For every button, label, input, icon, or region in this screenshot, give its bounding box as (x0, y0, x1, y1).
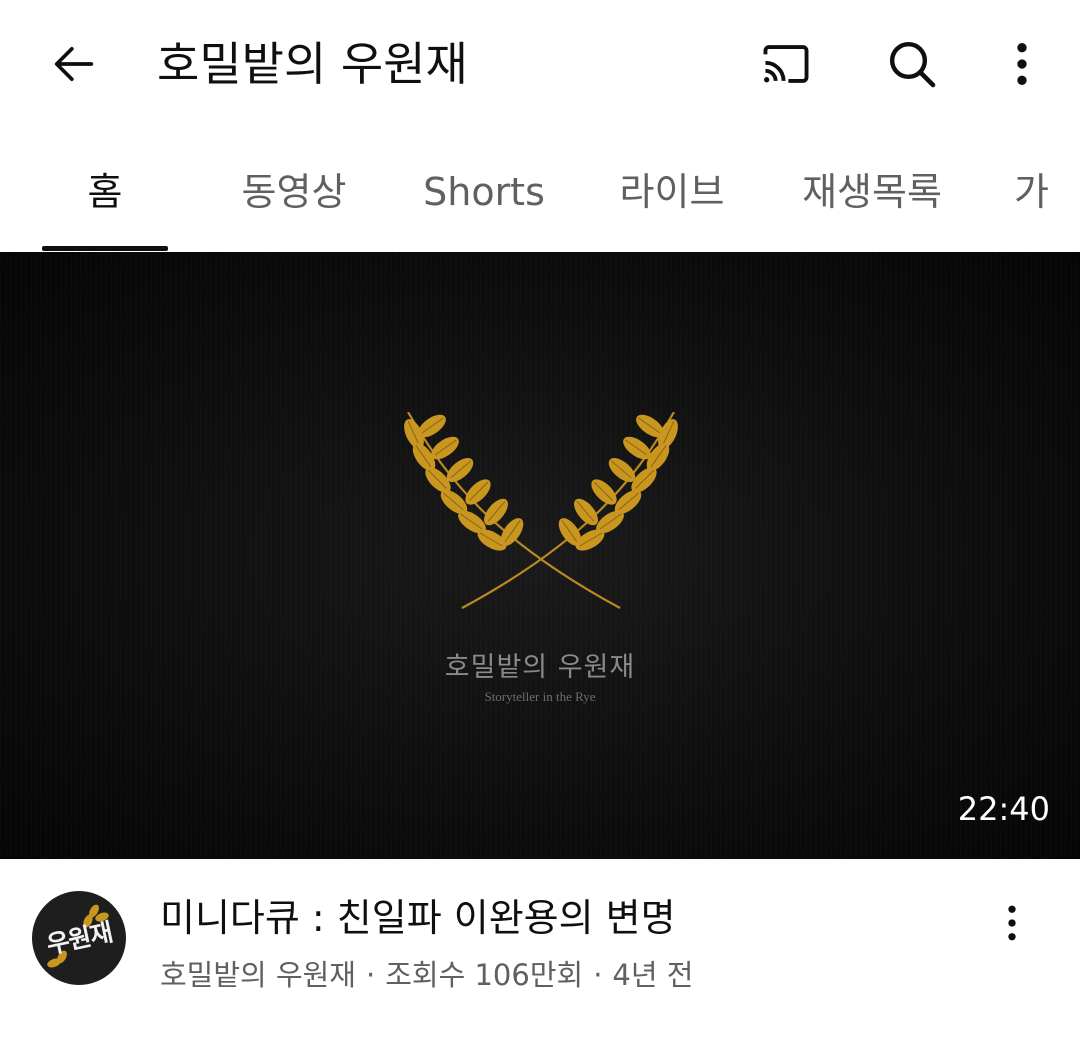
tab-partial[interactable]: 가 (1014, 160, 1074, 224)
search-icon (889, 41, 936, 88)
back-button[interactable] (36, 26, 112, 102)
more-vertical-icon (1017, 43, 1027, 85)
active-tab-indicator (42, 246, 168, 251)
cast-icon (763, 45, 809, 83)
separator: · (593, 958, 603, 992)
search-button[interactable] (874, 26, 950, 102)
video-more-button[interactable] (984, 895, 1040, 951)
tab-live[interactable]: 라이브 (604, 160, 740, 224)
tab-videos[interactable]: 동영상 (224, 160, 364, 224)
video-duration: 22:40 (957, 790, 1050, 828)
video-thumbnail[interactable]: 호밀밭의 우원재 Storyteller in the Rye 22:40 (0, 252, 1080, 859)
tab-playlists[interactable]: 재생목록 (786, 160, 958, 224)
thumbnail-subtitle-text: Storyteller in the Rye (484, 689, 596, 704)
wheat-logo-icon (388, 412, 694, 627)
overflow-menu-button[interactable] (984, 26, 1060, 102)
upload-age: 4년 전 (612, 958, 694, 992)
tab-home[interactable]: 홈 (42, 160, 168, 224)
arrow-left-icon (54, 46, 94, 82)
cast-button[interactable] (748, 26, 824, 102)
channel-title: 호밀밭의 우원재 (157, 37, 468, 91)
thumbnail-title-text: 호밀밭의 우원재 (444, 652, 636, 683)
channel-tabs: 홈 동영상 Shorts 라이브 재생목록 가 (0, 130, 1080, 252)
view-count: 조회수 106만회 (385, 958, 584, 992)
channel-avatar[interactable]: 우원재 (32, 891, 126, 985)
video-subtitle: 호밀밭의 우원재 · 조회수 106만회 · 4년 전 (160, 955, 693, 995)
more-vertical-icon (1008, 905, 1016, 941)
top-app-bar: 호밀밭의 우원재 (0, 0, 1080, 130)
video-title[interactable]: 미니다큐 : 친일파 이완용의 변명 (160, 893, 676, 943)
separator: · (365, 958, 376, 992)
channel-name[interactable]: 호밀밭의 우원재 (160, 958, 356, 992)
video-meta-row: 우원재 미니다큐 : 친일파 이완용의 변명 호밀밭의 우원재 · 조회수 106만… (0, 859, 1080, 1060)
tab-shorts[interactable]: Shorts (412, 160, 556, 224)
